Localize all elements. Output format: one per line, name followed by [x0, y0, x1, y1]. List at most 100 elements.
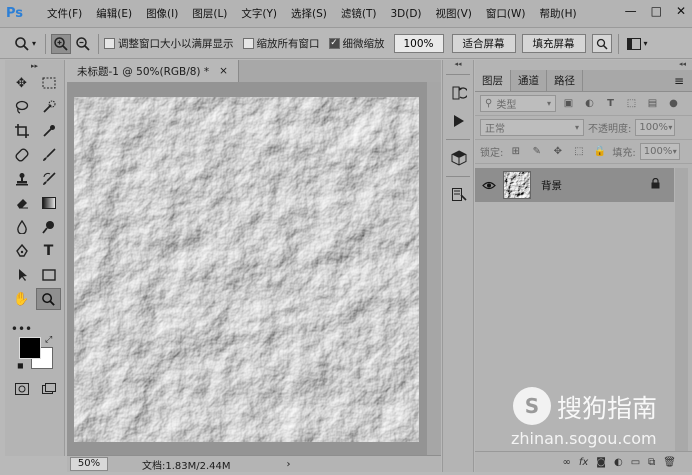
- new-layer-icon[interactable]: ⧉: [648, 457, 655, 468]
- lasso-tool-icon[interactable]: [9, 96, 34, 118]
- add-mask-icon[interactable]: ◙: [596, 457, 606, 468]
- menu-view[interactable]: 视图(V): [429, 0, 479, 28]
- clone-stamp-tool-icon[interactable]: [9, 168, 34, 190]
- history-brush-tool-icon[interactable]: [36, 168, 61, 190]
- zoom-out-icon[interactable]: [73, 34, 93, 54]
- close-button[interactable]: ✕: [676, 4, 686, 18]
- layer-style-icon[interactable]: fx: [579, 457, 588, 468]
- maximize-button[interactable]: □: [651, 4, 662, 18]
- fit-screen-button[interactable]: 适合屏幕: [451, 34, 516, 53]
- filter-pixel-icon[interactable]: ▣: [560, 95, 577, 112]
- menu-select[interactable]: 选择(S): [284, 0, 334, 28]
- quick-mask-icon[interactable]: [9, 378, 34, 400]
- zoom-tool-preset-icon[interactable]: [12, 34, 32, 54]
- layer-lock-icon[interactable]: [651, 177, 660, 192]
- quick-selection-tool-icon[interactable]: [36, 96, 61, 118]
- default-colors-icon[interactable]: ◼: [17, 361, 24, 370]
- hand-tool-icon[interactable]: ✋: [9, 288, 34, 310]
- new-adjustment-layer-icon[interactable]: ◐: [614, 457, 623, 468]
- menu-layer[interactable]: 图层(L): [185, 0, 234, 28]
- opacity-field[interactable]: 100% ▾: [635, 119, 676, 136]
- document-tab[interactable]: 未标题-1 @ 50%(RGB/8) * ×: [67, 60, 239, 82]
- menu-filter[interactable]: 滤镜(T): [334, 0, 384, 28]
- scrubby-zoom-checkbox[interactable]: ✓: [328, 38, 340, 49]
- swap-colors-icon[interactable]: ⤢: [45, 335, 52, 345]
- close-document-icon[interactable]: ×: [219, 65, 228, 77]
- brush-tool-icon[interactable]: [36, 144, 61, 166]
- menu-help[interactable]: 帮助(H): [533, 0, 584, 28]
- resize-windows-checkbox[interactable]: [104, 38, 116, 49]
- delete-layer-icon[interactable]: 🗑: [663, 457, 676, 468]
- lock-transparent-pixels-icon[interactable]: ⊞: [507, 143, 524, 160]
- status-zoom-field[interactable]: 50%: [70, 457, 108, 471]
- layer-filter-select[interactable]: ⚲ 类型 ▾: [480, 95, 556, 112]
- pen-tool-icon[interactable]: [9, 240, 34, 262]
- zoom-tool-icon[interactable]: [36, 288, 61, 310]
- tools-panel: ▸▸ ✥ T ✋ ••• ⤢ ◼: [5, 60, 65, 456]
- link-layers-icon[interactable]: ∞: [562, 457, 570, 468]
- visibility-eye-icon[interactable]: [475, 181, 503, 190]
- tab-channels[interactable]: 通道: [511, 70, 547, 91]
- status-menu-arrow-icon[interactable]: ›: [287, 459, 291, 470]
- tab-layers[interactable]: 图层: [475, 70, 511, 91]
- menu-edit[interactable]: 编辑(E): [89, 0, 139, 28]
- menu-image[interactable]: 图像(I): [139, 0, 185, 28]
- vertical-scrollbar[interactable]: [427, 82, 441, 455]
- dodge-tool-icon[interactable]: [36, 216, 61, 238]
- lock-artboard-icon[interactable]: ⬚: [570, 143, 587, 160]
- zoom-in-icon[interactable]: [51, 33, 72, 54]
- healing-brush-tool-icon[interactable]: [9, 144, 34, 166]
- workspace-chevron-icon[interactable]: ▾: [644, 39, 648, 48]
- fill-field[interactable]: 100% ▾: [639, 143, 680, 160]
- color-swatches: ⤢ ◼: [17, 335, 61, 373]
- screen-mode-icon[interactable]: [36, 378, 61, 400]
- actions-panel-icon[interactable]: [443, 107, 475, 135]
- history-panel-icon[interactable]: [443, 79, 475, 107]
- properties-panel-icon[interactable]: [443, 181, 475, 209]
- crop-tool-icon[interactable]: [9, 120, 34, 142]
- menu-file[interactable]: 文件(F): [40, 0, 89, 28]
- document-canvas[interactable]: [74, 97, 419, 442]
- path-selection-tool-icon[interactable]: [9, 264, 34, 286]
- 3d-panel-icon[interactable]: [443, 144, 475, 172]
- search-icon[interactable]: [591, 34, 612, 53]
- panel-grip-icon[interactable]: ◂◂: [475, 60, 692, 70]
- filter-shape-icon[interactable]: ⬚: [623, 95, 640, 112]
- preset-dropdown-chevron-icon[interactable]: ▾: [32, 39, 36, 48]
- rectangle-tool-icon[interactable]: [36, 264, 61, 286]
- filter-adjustment-icon[interactable]: ◐: [581, 95, 598, 112]
- panel-menu-icon[interactable]: ≡: [674, 70, 692, 91]
- gradient-tool-icon[interactable]: [36, 192, 61, 214]
- zoom-percentage-field[interactable]: [393, 34, 444, 53]
- panel-grip-icon[interactable]: ◂◂: [443, 60, 473, 70]
- zoom-all-windows-checkbox[interactable]: [242, 38, 254, 49]
- menu-type[interactable]: 文字(Y): [234, 0, 284, 28]
- layer-row[interactable]: 背景: [475, 168, 674, 202]
- filter-toggle-icon[interactable]: ●: [665, 95, 682, 112]
- blend-mode-select[interactable]: 正常 ▾: [480, 119, 584, 136]
- filter-type-icon[interactable]: T: [602, 95, 619, 112]
- marquee-tool-icon[interactable]: [36, 72, 61, 94]
- eraser-tool-icon[interactable]: [9, 192, 34, 214]
- lock-all-icon[interactable]: 🔒: [591, 143, 608, 160]
- scrubby-zoom-option[interactable]: ✓ 细微缩放: [328, 36, 385, 51]
- zoom-all-windows-option[interactable]: 缩放所有窗口: [242, 36, 320, 51]
- minimize-button[interactable]: —: [625, 4, 637, 18]
- layers-scrollbar[interactable]: [675, 168, 688, 451]
- resize-windows-option[interactable]: 调整窗口大小以满屏显示: [104, 36, 234, 51]
- move-tool-icon[interactable]: ✥: [9, 72, 34, 94]
- menu-window[interactable]: 窗口(W): [479, 0, 533, 28]
- new-group-icon[interactable]: ▭: [631, 457, 640, 468]
- filter-smart-object-icon[interactable]: ▤: [644, 95, 661, 112]
- lock-image-pixels-icon[interactable]: ✎: [528, 143, 545, 160]
- menu-3d[interactable]: 3D(D): [383, 0, 428, 28]
- panel-grip-icon[interactable]: ▸▸: [5, 60, 64, 72]
- tab-paths[interactable]: 路径: [547, 70, 583, 91]
- fill-screen-button[interactable]: 填充屏幕: [521, 34, 586, 53]
- foreground-color-swatch[interactable]: [19, 337, 41, 359]
- type-tool-icon[interactable]: T: [36, 240, 61, 262]
- workspace-icon[interactable]: [624, 34, 644, 54]
- blur-tool-icon[interactable]: [9, 216, 34, 238]
- lock-position-icon[interactable]: ✥: [549, 143, 566, 160]
- eyedropper-tool-icon[interactable]: [36, 120, 61, 142]
